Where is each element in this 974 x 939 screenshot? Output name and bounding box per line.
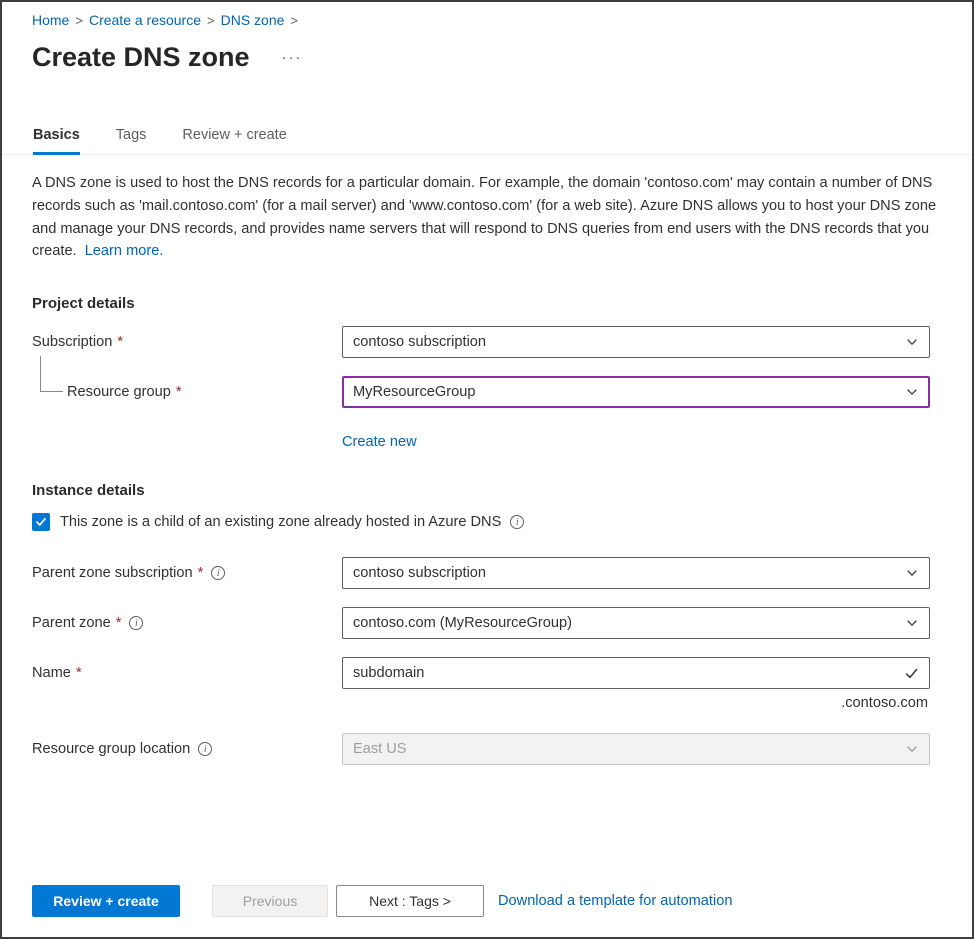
create-new-link[interactable]: Create new (342, 434, 417, 450)
subscription-dropdown[interactable]: contoso subscription (342, 326, 930, 358)
breadcrumb-separator: > (207, 13, 215, 28)
chevron-down-icon (905, 566, 919, 580)
subscription-row: Subscription * contoso subscription (2, 326, 972, 358)
resource-group-location-label-text: Resource group location (32, 741, 190, 757)
breadcrumb: Home > Create a resource > DNS zone > (2, 2, 972, 28)
resource-group-dropdown[interactable]: MyResourceGroup (342, 376, 930, 408)
resource-group-location-dropdown: East US (342, 733, 930, 765)
parent-zone-subscription-dropdown[interactable]: contoso subscription (342, 557, 930, 589)
subscription-label-text: Subscription (32, 334, 112, 350)
chevron-down-icon (905, 385, 919, 399)
previous-button: Previous (212, 885, 328, 917)
tab-review-create[interactable]: Review + create (182, 127, 286, 154)
breadcrumb-create-a-resource[interactable]: Create a resource (89, 12, 201, 28)
subscription-value: contoso subscription (353, 334, 486, 350)
required-asterisk: * (117, 334, 123, 350)
info-icon[interactable] (510, 515, 524, 529)
parent-zone-dropdown[interactable]: contoso.com (MyResourceGroup) (342, 607, 930, 639)
learn-more-link[interactable]: Learn more. (85, 243, 164, 259)
resource-group-row: Resource group * MyResourceGroup (2, 376, 972, 408)
project-details-form: Subscription * contoso subscription Resou… (2, 326, 972, 450)
chevron-down-icon (905, 616, 919, 630)
chevron-down-icon (905, 742, 919, 756)
page-description: A DNS zone is used to host the DNS recor… (32, 172, 942, 263)
valid-check-icon (904, 666, 919, 681)
download-template-link[interactable]: Download a template for automation (498, 893, 732, 909)
info-icon[interactable] (198, 742, 212, 756)
tab-bar: Basics Tags Review + create (2, 127, 972, 155)
parent-zone-label: Parent zone * (32, 615, 342, 631)
resource-group-connector-line (40, 356, 63, 392)
footer-bar: Review + create Previous Next : Tags > D… (32, 885, 732, 917)
name-label: Name * (32, 665, 342, 681)
create-new-row: Create new (2, 426, 972, 450)
instance-details-heading: Instance details (32, 482, 942, 499)
review-create-button[interactable]: Review + create (32, 885, 180, 917)
parent-zone-label-text: Parent zone (32, 615, 111, 631)
parent-zone-row: Parent zone * contoso.com (MyResourceGrou… (2, 607, 972, 639)
project-details-heading: Project details (32, 295, 942, 312)
resource-group-location-value: East US (353, 741, 407, 757)
child-zone-label: This zone is a child of an existing zone… (60, 514, 501, 530)
breadcrumb-separator: > (290, 13, 298, 28)
parent-zone-subscription-row: Parent zone subscription * contoso subscr… (2, 557, 972, 589)
name-input[interactable] (353, 658, 904, 688)
name-suffix: .contoso.com (2, 689, 972, 711)
tab-tags[interactable]: Tags (116, 127, 147, 154)
page-title: Create DNS zone (32, 42, 250, 73)
description-text: A DNS zone is used to host the DNS recor… (32, 175, 936, 259)
child-zone-row: This zone is a child of an existing zone… (2, 513, 972, 531)
resource-group-label-text: Resource group (67, 384, 171, 400)
resource-group-location-label: Resource group location (32, 741, 342, 757)
resource-group-value: MyResourceGroup (353, 384, 475, 400)
child-zone-checkbox[interactable] (32, 513, 50, 531)
resource-group-label: Resource group * (32, 384, 342, 400)
more-options-icon[interactable]: ··· (282, 49, 303, 66)
breadcrumb-dns-zone[interactable]: DNS zone (221, 12, 285, 28)
parent-zone-subscription-label: Parent zone subscription * (32, 565, 342, 581)
parent-zone-subscription-value: contoso subscription (353, 565, 486, 581)
resource-group-location-row: Resource group location East US (2, 733, 972, 765)
tab-basics[interactable]: Basics (33, 127, 80, 154)
breadcrumb-separator: > (75, 13, 83, 28)
name-label-text: Name (32, 665, 71, 681)
name-field (342, 657, 930, 689)
page-header: Create DNS zone ··· (2, 28, 972, 73)
parent-zone-subscription-label-text: Parent zone subscription (32, 565, 193, 581)
required-asterisk: * (76, 665, 82, 681)
required-asterisk: * (116, 615, 122, 631)
breadcrumb-home[interactable]: Home (32, 12, 69, 28)
info-icon[interactable] (129, 616, 143, 630)
name-row: Name * (2, 657, 972, 689)
parent-zone-value: contoso.com (MyResourceGroup) (353, 615, 572, 631)
chevron-down-icon (905, 335, 919, 349)
next-tags-button[interactable]: Next : Tags > (336, 885, 484, 917)
info-icon[interactable] (211, 566, 225, 580)
required-asterisk: * (176, 384, 182, 400)
subscription-label: Subscription * (32, 334, 342, 350)
required-asterisk: * (198, 565, 204, 581)
